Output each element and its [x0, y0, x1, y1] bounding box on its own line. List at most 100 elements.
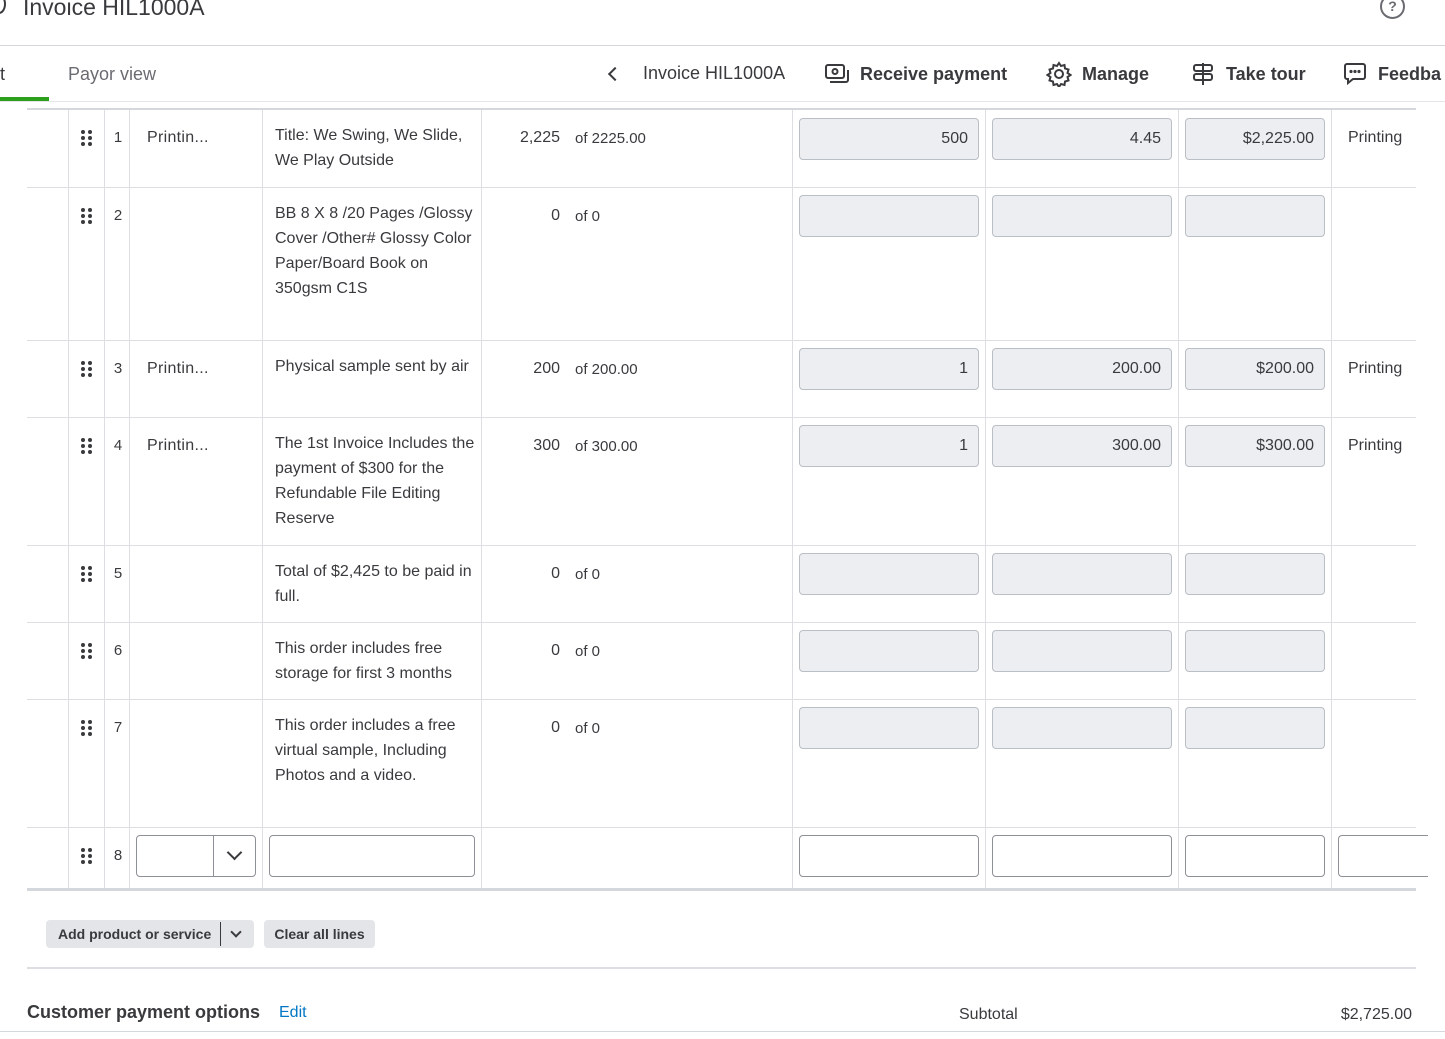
description-cell[interactable]: This order includes a free virtual sampl…	[275, 713, 475, 788]
qty-field[interactable]: 1	[799, 425, 979, 467]
page-header: Invoice HIL1000A ?	[0, 0, 1445, 46]
chevron-down-icon[interactable]	[230, 926, 242, 938]
line-number: 7	[113, 719, 123, 736]
invoice-switcher[interactable]: Invoice HIL1000A	[643, 63, 785, 84]
table-row: 5 Total of $2,425 to be paid in full. 0 …	[27, 546, 1416, 623]
table-row: 7 This order includes a free virtual sam…	[27, 700, 1416, 828]
amount-field[interactable]	[1185, 195, 1325, 237]
tab-payor-view[interactable]: Payor view	[68, 64, 156, 85]
tab-edit-view[interactable]: t	[0, 64, 5, 85]
description-cell[interactable]: BB 8 X 8 /20 Pages /Glossy Cover /Other#…	[275, 201, 475, 301]
select-divider	[213, 836, 214, 876]
product-cell[interactable]: Printin...	[147, 129, 209, 147]
description-cell[interactable]: This order includes free storage for fir…	[275, 636, 475, 686]
quantity-cell: 0	[551, 207, 560, 224]
quantity-cell: 300	[533, 437, 560, 454]
gear-icon	[1046, 61, 1072, 87]
line-number: 2	[113, 207, 123, 224]
rate-field[interactable]	[992, 707, 1172, 749]
qty-field[interactable]	[799, 553, 979, 595]
line-number: 5	[113, 565, 123, 582]
qty-field[interactable]	[799, 707, 979, 749]
quantity-cell: 200	[533, 360, 560, 377]
rate-field[interactable]: 200.00	[992, 348, 1172, 390]
amount-field[interactable]	[1185, 707, 1325, 749]
rate-field[interactable]: 4.45	[992, 118, 1172, 160]
qty-field[interactable]: 500	[799, 118, 979, 160]
drag-handle-icon[interactable]	[81, 566, 93, 582]
receive-payment-button[interactable]: Receive payment	[824, 60, 1007, 88]
line-number: 3	[113, 360, 123, 377]
rate-field[interactable]: 300.00	[992, 425, 1172, 467]
quantity-of-total: of 0	[575, 643, 601, 660]
class-cell[interactable]: Printing	[1348, 360, 1402, 378]
amount-field[interactable]	[1185, 630, 1325, 672]
qty-field[interactable]	[799, 630, 979, 672]
drag-handle-icon[interactable]	[81, 848, 93, 864]
quantity-cell: 0	[551, 642, 560, 659]
quantity-of-total: of 2225.00	[575, 130, 646, 147]
table-row: 6 This order includes free storage for f…	[27, 623, 1416, 700]
amount-field[interactable]: $300.00	[1185, 425, 1325, 467]
subtotal-value: $2,725.00	[1340, 1006, 1412, 1023]
class-cell[interactable]: Printing	[1348, 129, 1402, 147]
amount-field[interactable]: $200.00	[1185, 348, 1325, 390]
manage-button[interactable]: Manage	[1046, 60, 1149, 88]
qty-field[interactable]: 1	[799, 348, 979, 390]
class-cell[interactable]: Printing	[1348, 437, 1402, 455]
receive-payment-icon	[825, 64, 849, 83]
class-input[interactable]	[1338, 835, 1428, 877]
drag-handle-icon[interactable]	[81, 720, 93, 736]
drag-handle-icon[interactable]	[81, 208, 93, 224]
feedback-button[interactable]: Feedba	[1342, 60, 1441, 88]
help-icon[interactable]: ?	[1380, 0, 1405, 19]
page-title: Invoice HIL1000A	[23, 0, 205, 20]
drag-handle-icon[interactable]	[81, 438, 93, 454]
clear-all-lines-button[interactable]: Clear all lines	[264, 920, 375, 948]
rate-input[interactable]	[992, 835, 1172, 877]
add-product-button[interactable]: Add product or service	[46, 920, 254, 948]
qty-input[interactable]	[799, 835, 979, 877]
amount-input[interactable]	[1185, 835, 1325, 877]
edit-payment-options-link[interactable]: Edit	[279, 1004, 307, 1022]
line-items-table: 1 Printin... Title: We Swing, We Slide, …	[27, 108, 1428, 891]
receive-payment-label: Receive payment	[860, 63, 1008, 84]
description-cell[interactable]: Total of $2,425 to be paid in full.	[275, 559, 475, 609]
product-select[interactable]	[136, 835, 256, 877]
drag-handle-icon[interactable]	[81, 361, 93, 377]
rate-field[interactable]	[992, 195, 1172, 237]
rate-field[interactable]	[992, 553, 1172, 595]
table-row: 4 Printin... The 1st Invoice Includes th…	[27, 418, 1416, 546]
chevron-left-icon[interactable]	[607, 66, 623, 82]
quantity-of-total: of 0	[575, 720, 601, 737]
qty-field[interactable]	[799, 195, 979, 237]
table-row-new: 8	[27, 828, 1428, 891]
subtotal-label: Subtotal	[959, 1006, 1018, 1023]
feedback-label: Feedba	[1378, 63, 1442, 84]
rate-field[interactable]	[992, 630, 1172, 672]
amount-field[interactable]: $2,225.00	[1185, 118, 1325, 160]
amount-field[interactable]	[1185, 553, 1325, 595]
chevron-down-icon[interactable]	[226, 844, 243, 861]
drag-handle-icon[interactable]	[81, 643, 93, 659]
payment-options-heading: Customer payment options	[27, 1002, 261, 1022]
product-cell[interactable]: Printin...	[147, 437, 209, 455]
table-row: 2 BB 8 X 8 /20 Pages /Glossy Cover /Othe…	[27, 188, 1416, 341]
quantity-of-total: of 200.00	[575, 361, 638, 378]
quantity-cell: 0	[551, 719, 560, 736]
description-cell[interactable]: Physical sample sent by air	[275, 354, 475, 379]
product-cell[interactable]: Printin...	[147, 360, 209, 378]
table-row: 3 Printin... Physical sample sent by air…	[27, 341, 1416, 418]
drag-handle-icon[interactable]	[81, 130, 93, 146]
quantity-cell: 0	[551, 565, 560, 582]
take-tour-label: Take tour	[1226, 63, 1306, 84]
description-input[interactable]	[269, 835, 475, 877]
add-product-label: Add product or service	[58, 926, 212, 942]
description-cell[interactable]: Title: We Swing, We Slide, We Play Outsi…	[275, 123, 475, 173]
description-cell[interactable]: The 1st Invoice Includes the payment of …	[275, 431, 475, 531]
quantity-of-total: of 300.00	[575, 438, 638, 455]
take-tour-button[interactable]: Take tour	[1190, 60, 1306, 88]
back-arrow-icon[interactable]	[0, 0, 6, 14]
line-number: 8	[113, 847, 123, 864]
view-tabbar: t Payor view Invoice HIL1000A Receive pa…	[0, 46, 1445, 102]
